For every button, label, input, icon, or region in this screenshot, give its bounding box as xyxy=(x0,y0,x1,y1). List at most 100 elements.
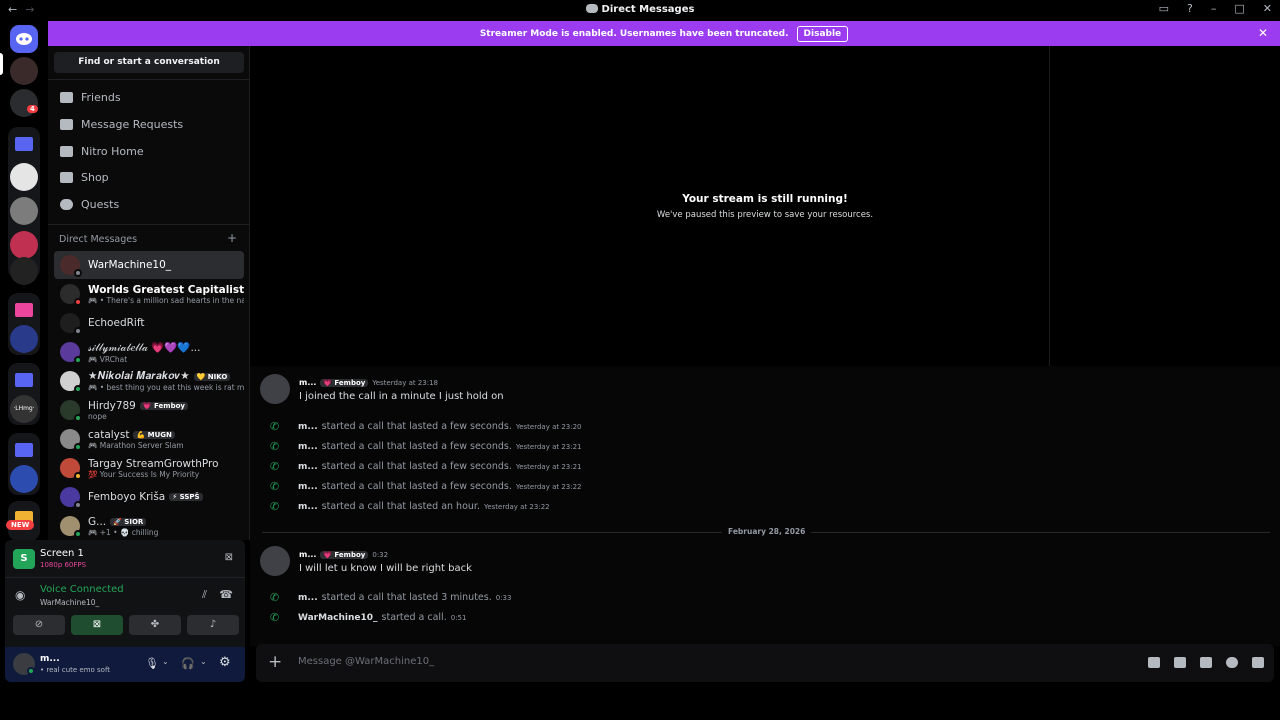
user-status-text: • real cute emo soft xyxy=(40,666,111,674)
message: m... 💗 Femboy Yesterday at 23:18 I joined… xyxy=(260,374,504,404)
date-divider-text: February 28, 2026 xyxy=(722,527,812,536)
chevron-down-icon[interactable]: ⌄ xyxy=(200,657,207,666)
discord-home-button[interactable] xyxy=(10,25,38,53)
dm-item[interactable]: EchoedRift xyxy=(54,309,244,337)
call-author[interactable]: m... xyxy=(298,462,318,472)
disable-button[interactable]: Disable xyxy=(796,25,849,42)
camera-button[interactable]: ⊘ xyxy=(13,615,65,635)
gift-icon[interactable] xyxy=(1148,657,1160,668)
sticker-icon[interactable] xyxy=(1200,657,1212,668)
message-time: 0:32 xyxy=(372,551,389,559)
server-folder-4[interactable] xyxy=(8,433,40,495)
chevron-down-icon[interactable]: ⌄ xyxy=(162,657,169,666)
friends-icon xyxy=(60,91,73,103)
stream-preview[interactable]: Your stream is still running! We've paus… xyxy=(250,46,1050,366)
nav-nitro-home[interactable]: Nitro Home xyxy=(54,139,244,163)
dm-item[interactable]: 𝓈𝒾𝓁𝓁𝓎𝓂𝒾𝒶𝒷𝑒𝓁𝓁𝒶 💗💜💙... 🎮 VRChat xyxy=(54,338,244,366)
dm-item[interactable]: Worlds Greatest Capitalist... 🎮 • There's… xyxy=(54,280,244,308)
call-author[interactable]: m... xyxy=(298,422,318,432)
server-icon[interactable] xyxy=(10,231,38,259)
settings-gear-icon[interactable]: ⚙ xyxy=(219,655,231,670)
add-attachment-icon[interactable]: + xyxy=(268,652,282,672)
avatar xyxy=(60,313,82,335)
nav-friends[interactable]: Friends xyxy=(54,85,244,109)
voice-channel[interactable]: WarMachine10_ xyxy=(40,598,99,607)
create-dm-icon[interactable]: + xyxy=(227,231,237,245)
dm-avatar-1[interactable] xyxy=(10,57,38,85)
apps-icon[interactable] xyxy=(1252,657,1264,668)
dm-item[interactable]: Targay StreamGrowthPro 💯 Your Success Is … xyxy=(54,454,244,482)
status-online xyxy=(74,530,82,538)
server-icon[interactable] xyxy=(10,197,38,225)
nav-quests[interactable]: Quests xyxy=(54,192,244,216)
dm-item[interactable]: Femboyo Kriša ⚡ SSPŠ xyxy=(54,483,244,511)
call-author[interactable]: m... xyxy=(298,482,318,492)
help-icon[interactable]: ? xyxy=(1187,2,1193,15)
server-folder-2[interactable] xyxy=(8,293,40,355)
call-time: Yesterday at 23:22 xyxy=(515,482,582,491)
call-author[interactable]: m... xyxy=(298,593,318,603)
microphone-icon[interactable]: 🎙 xyxy=(145,657,159,670)
server-icon[interactable] xyxy=(10,163,38,191)
call-text: started a call that lasted a few seconds… xyxy=(321,481,512,492)
server-icon[interactable]: ·LHmg· xyxy=(10,395,38,423)
home-indicator xyxy=(0,53,3,75)
stop-stream-icon[interactable]: ⊠ xyxy=(225,552,233,563)
dm-item[interactable]: ★𝑵𝒊𝒌𝒐𝒍𝒂𝒊 𝑴𝒂𝒓𝒂𝒌𝒐𝒗★ 💛 NIKO 🎮 • best thing yo… xyxy=(54,367,244,395)
close-banner-icon[interactable]: ✕ xyxy=(1258,26,1268,40)
emoji-icon[interactable] xyxy=(1226,657,1238,668)
call-author[interactable]: m... xyxy=(298,502,318,512)
divider xyxy=(48,224,250,225)
dm-status: 🎮 Marathon Server Slam xyxy=(88,440,184,450)
call-author[interactable]: m... xyxy=(298,442,318,452)
phone-icon: ✆ xyxy=(270,591,280,604)
nav-message-requests[interactable]: Message Requests xyxy=(54,112,244,136)
server-tag: ⚡ SSPŠ xyxy=(169,493,203,501)
call-time: 0:51 xyxy=(450,613,467,622)
nav-label: Message Requests xyxy=(81,117,184,131)
avatar xyxy=(60,516,82,538)
close-window-icon[interactable]: ✕ xyxy=(1263,2,1272,15)
message-input[interactable]: Message @WarMachine10_ xyxy=(298,656,434,667)
folder-icon xyxy=(15,443,33,457)
dm-status: nope xyxy=(88,411,107,421)
dm-item[interactable]: catalyst 💪 MUGN 🎮 Marathon Server Slam xyxy=(54,425,244,453)
message-author[interactable]: m... xyxy=(299,550,316,559)
disconnect-icon[interactable]: ☎ xyxy=(219,588,233,601)
server-icon[interactable] xyxy=(10,325,38,353)
dm-status: 🎮 • There's a million sad hearts in the … xyxy=(88,295,244,305)
message-author[interactable]: m... xyxy=(299,378,316,387)
headphones-icon[interactable]: 🎧 xyxy=(181,657,195,670)
connection-icon[interactable]: ◉ xyxy=(15,588,25,602)
server-icon[interactable] xyxy=(10,257,38,285)
title-bar: ← → Direct Messages ▭ ? – □ ✕ xyxy=(0,0,1280,21)
noise-suppression-icon[interactable]: ⫽ xyxy=(202,588,207,602)
status-offline xyxy=(74,327,82,335)
dm-unread-badge: 4 xyxy=(27,105,38,113)
dm-name: EchoedRift xyxy=(88,317,145,329)
status-offline xyxy=(74,501,82,509)
dm-name: WarMachine10_ xyxy=(88,259,172,271)
divider xyxy=(5,577,245,578)
server-icon[interactable] xyxy=(10,465,38,493)
banner-text: Streamer Mode is enabled. Usernames have… xyxy=(479,28,789,39)
minimize-icon[interactable]: – xyxy=(1211,2,1217,15)
dm-item[interactable]: G... 🚀 SIOR 🎮 +1 • 💀 chilling xyxy=(54,512,244,540)
gif-icon[interactable] xyxy=(1174,657,1186,668)
share-screen-button[interactable]: ⊠ xyxy=(71,615,123,635)
message-avatar[interactable] xyxy=(260,546,290,576)
call-author[interactable]: WarMachine10_ xyxy=(298,613,378,623)
call-event: ✆ m... started a call that lasted a few se… xyxy=(270,441,582,452)
message-avatar[interactable] xyxy=(260,374,290,404)
inbox-icon[interactable]: ▭ xyxy=(1159,2,1169,15)
server-folder-3[interactable]: ·LHmg· xyxy=(8,363,40,425)
maximize-icon[interactable]: □ xyxy=(1234,2,1244,15)
dm-status: 🎮 +1 • 💀 chilling xyxy=(88,527,159,537)
activities-button[interactable]: ✤ xyxy=(129,615,181,635)
dm-name: Worlds Greatest Capitalist... xyxy=(88,283,244,296)
find-conversation-button[interactable]: Find or start a conversation xyxy=(54,52,244,73)
dm-item[interactable]: Hirdy789 💗 Femboy nope xyxy=(54,396,244,424)
nav-shop[interactable]: Shop xyxy=(54,165,244,189)
dm-item[interactable]: WarMachine10_ xyxy=(54,251,244,279)
soundboard-button[interactable]: ♪ xyxy=(187,615,239,635)
